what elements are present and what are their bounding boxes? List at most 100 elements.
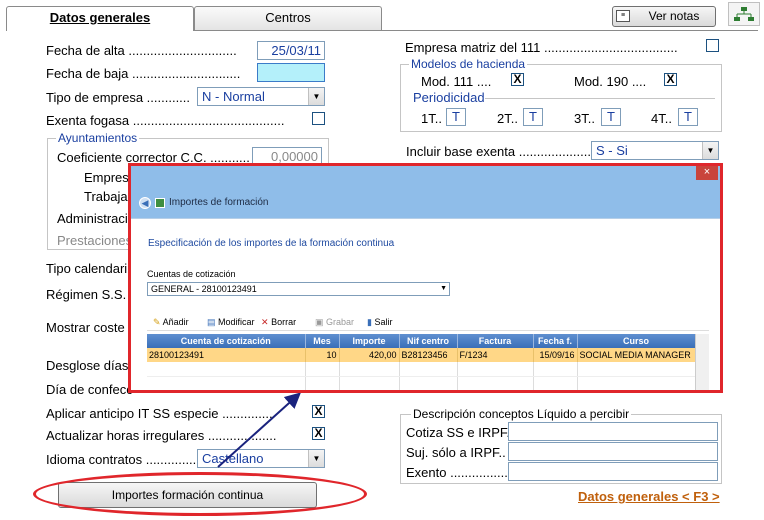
- dialog-title: Importes de formación: [169, 197, 269, 208]
- modificar-button[interactable]: ▤ Modificar: [207, 317, 255, 328]
- back-icon[interactable]: ◀: [139, 197, 151, 209]
- mod111-label: Mod. 111 ....: [421, 74, 492, 89]
- incluir-base-value: S - Si: [596, 143, 628, 158]
- tab-datos-generales[interactable]: Datos generales: [6, 6, 194, 31]
- chevron-down-icon: ▼: [308, 450, 324, 467]
- column-header[interactable]: Fecha f.: [533, 334, 578, 348]
- grabar-button[interactable]: ▣ Grabar: [315, 317, 354, 328]
- exento-label: Exento ................: [406, 465, 508, 480]
- anticipo-checkbox[interactable]: X: [312, 405, 325, 418]
- suj-irpf-label: Suj. sólo a IRPF..: [406, 445, 506, 460]
- trabaja-label: Trabaja: [84, 189, 128, 204]
- org-chart-button[interactable]: [728, 2, 760, 26]
- p4-label: 4T..: [651, 111, 672, 126]
- desglose-label: Desglose días: [46, 358, 129, 373]
- incluir-base-select[interactable]: S - Si ▼: [591, 141, 719, 160]
- administraci-label: Administraci: [57, 211, 128, 226]
- exenta-fogasa-checkbox[interactable]: [312, 112, 325, 125]
- p3-field[interactable]: T: [601, 108, 621, 126]
- p2-label: 2T..: [497, 111, 518, 126]
- salir-label: Salir: [374, 317, 393, 327]
- table-row[interactable]: 28100123491 10 420,00 B28123456 F/1234 1…: [147, 348, 696, 362]
- column-header[interactable]: Nif centro: [399, 334, 458, 348]
- tipo-empresa-label: Tipo de empresa ............: [46, 90, 191, 105]
- anadir-label: Añadir: [162, 317, 189, 327]
- p1-field[interactable]: T: [446, 108, 466, 126]
- borrar-button[interactable]: ✕ Borrar: [261, 317, 296, 328]
- tab-centros[interactable]: Centros: [194, 6, 382, 30]
- dia-confeccion-label: Día de confecc: [46, 382, 133, 397]
- chevron-down-icon: ▼: [440, 285, 447, 292]
- datos-generales-link[interactable]: Datos generales < F3 >: [578, 489, 720, 504]
- column-header[interactable]: Factura: [457, 334, 534, 348]
- table-cell: 10: [305, 348, 340, 362]
- vertical-scrollbar[interactable]: [695, 334, 709, 390]
- cuentas-value: GENERAL - 28100123491: [151, 284, 257, 294]
- grabar-label: Grabar: [326, 317, 355, 327]
- regimen-label: Régimen S.S.: [46, 287, 127, 302]
- table-cell: B28123456: [399, 348, 458, 362]
- tipo-empresa-value: N - Normal: [202, 89, 265, 104]
- mostrar-coste-label: Mostrar coste: [46, 320, 125, 335]
- p4-field[interactable]: T: [678, 108, 698, 126]
- mod190-checkbox[interactable]: X: [664, 73, 677, 86]
- tipo-calendario-label: Tipo calendari: [46, 261, 128, 276]
- exenta-fogasa-label: Exenta fogasa ..........................…: [46, 113, 285, 128]
- dialog-body: Especificación de los importes de la for…: [131, 218, 720, 390]
- empresa-matriz-label: Empresa matriz del 111 .................…: [405, 40, 678, 55]
- edit-icon: ▤: [207, 317, 216, 327]
- pointer-arrow: [217, 392, 301, 468]
- ver-notas-button[interactable]: ≡ Ver notas: [612, 6, 716, 27]
- fecha-alta-field[interactable]: 25/03/11: [257, 41, 325, 60]
- suj-irpf-field[interactable]: [508, 442, 718, 461]
- empty-row: [147, 376, 696, 390]
- table-icon: [155, 198, 165, 208]
- p2-field[interactable]: T: [523, 108, 543, 126]
- modificar-label: Modificar: [218, 317, 255, 327]
- cuentas-select[interactable]: GENERAL - 28100123491 ▼: [147, 282, 450, 296]
- anadir-button[interactable]: ✎ Añadir: [153, 317, 189, 328]
- table-cell: 28100123491: [147, 348, 306, 362]
- prestaciones-label: Prestaciones: [57, 233, 133, 248]
- ayuntamientos-title: Ayuntamientos: [56, 131, 140, 145]
- column-header[interactable]: Curso: [577, 334, 696, 348]
- cuentas-label: Cuentas de cotización: [147, 269, 236, 279]
- empres-label: Empres: [84, 170, 129, 185]
- empty-row: [147, 362, 696, 377]
- exit-icon: ▮: [367, 317, 372, 327]
- importes-formacion-dialog: × ◀ Importes de formación Especificación…: [128, 163, 723, 393]
- org-chart-icon: [734, 7, 754, 21]
- incluir-base-label: Incluir base exenta ....................: [406, 144, 591, 159]
- table-cell: 15/09/16: [533, 348, 578, 362]
- chevron-down-icon: ▼: [308, 88, 324, 105]
- dialog-toolbar: ✎ Añadir ▤ Modificar ✕ Borrar ▣ Grabar ▮…: [147, 311, 709, 331]
- empresa-matriz-checkbox[interactable]: [706, 39, 719, 52]
- salir-button[interactable]: ▮ Salir: [367, 317, 392, 328]
- table-cell: F/1234: [457, 348, 534, 362]
- notes-icon: ≡: [616, 10, 630, 22]
- periodicidad-divider: [485, 98, 715, 99]
- column-header[interactable]: Importe: [339, 334, 400, 348]
- delete-icon: ✕: [261, 317, 269, 327]
- tipo-empresa-select[interactable]: N - Normal ▼: [197, 87, 325, 106]
- mod111-checkbox[interactable]: X: [511, 73, 524, 86]
- add-icon: ✎: [153, 317, 161, 327]
- fecha-baja-field[interactable]: [257, 63, 325, 82]
- fecha-alta-label: Fecha de alta ..........................…: [46, 43, 237, 58]
- horas-irregulares-checkbox[interactable]: X: [312, 427, 325, 440]
- borrar-label: Borrar: [271, 317, 297, 327]
- ver-notas-label: Ver notas: [648, 9, 700, 23]
- p1-label: 1T..: [421, 111, 442, 126]
- table-cell: SOCIAL MEDIA MANAGER: [577, 348, 696, 362]
- cotiza-field[interactable]: [508, 422, 718, 441]
- column-header[interactable]: Cuenta de cotización: [147, 334, 306, 348]
- p3-label: 3T..: [574, 111, 595, 126]
- modelos-title: Modelos de hacienda: [409, 57, 528, 71]
- exento-field[interactable]: [508, 462, 718, 481]
- column-header[interactable]: Mes: [305, 334, 340, 348]
- close-button[interactable]: ×: [696, 166, 718, 180]
- table-cell: 420,00: [339, 348, 400, 362]
- fecha-baja-label: Fecha de baja ..........................…: [46, 66, 241, 81]
- importes-table: Cuenta de cotización Mes Importe Nif cen…: [147, 334, 696, 390]
- descripcion-title: Descripción conceptos Líquido a percibir: [411, 407, 632, 421]
